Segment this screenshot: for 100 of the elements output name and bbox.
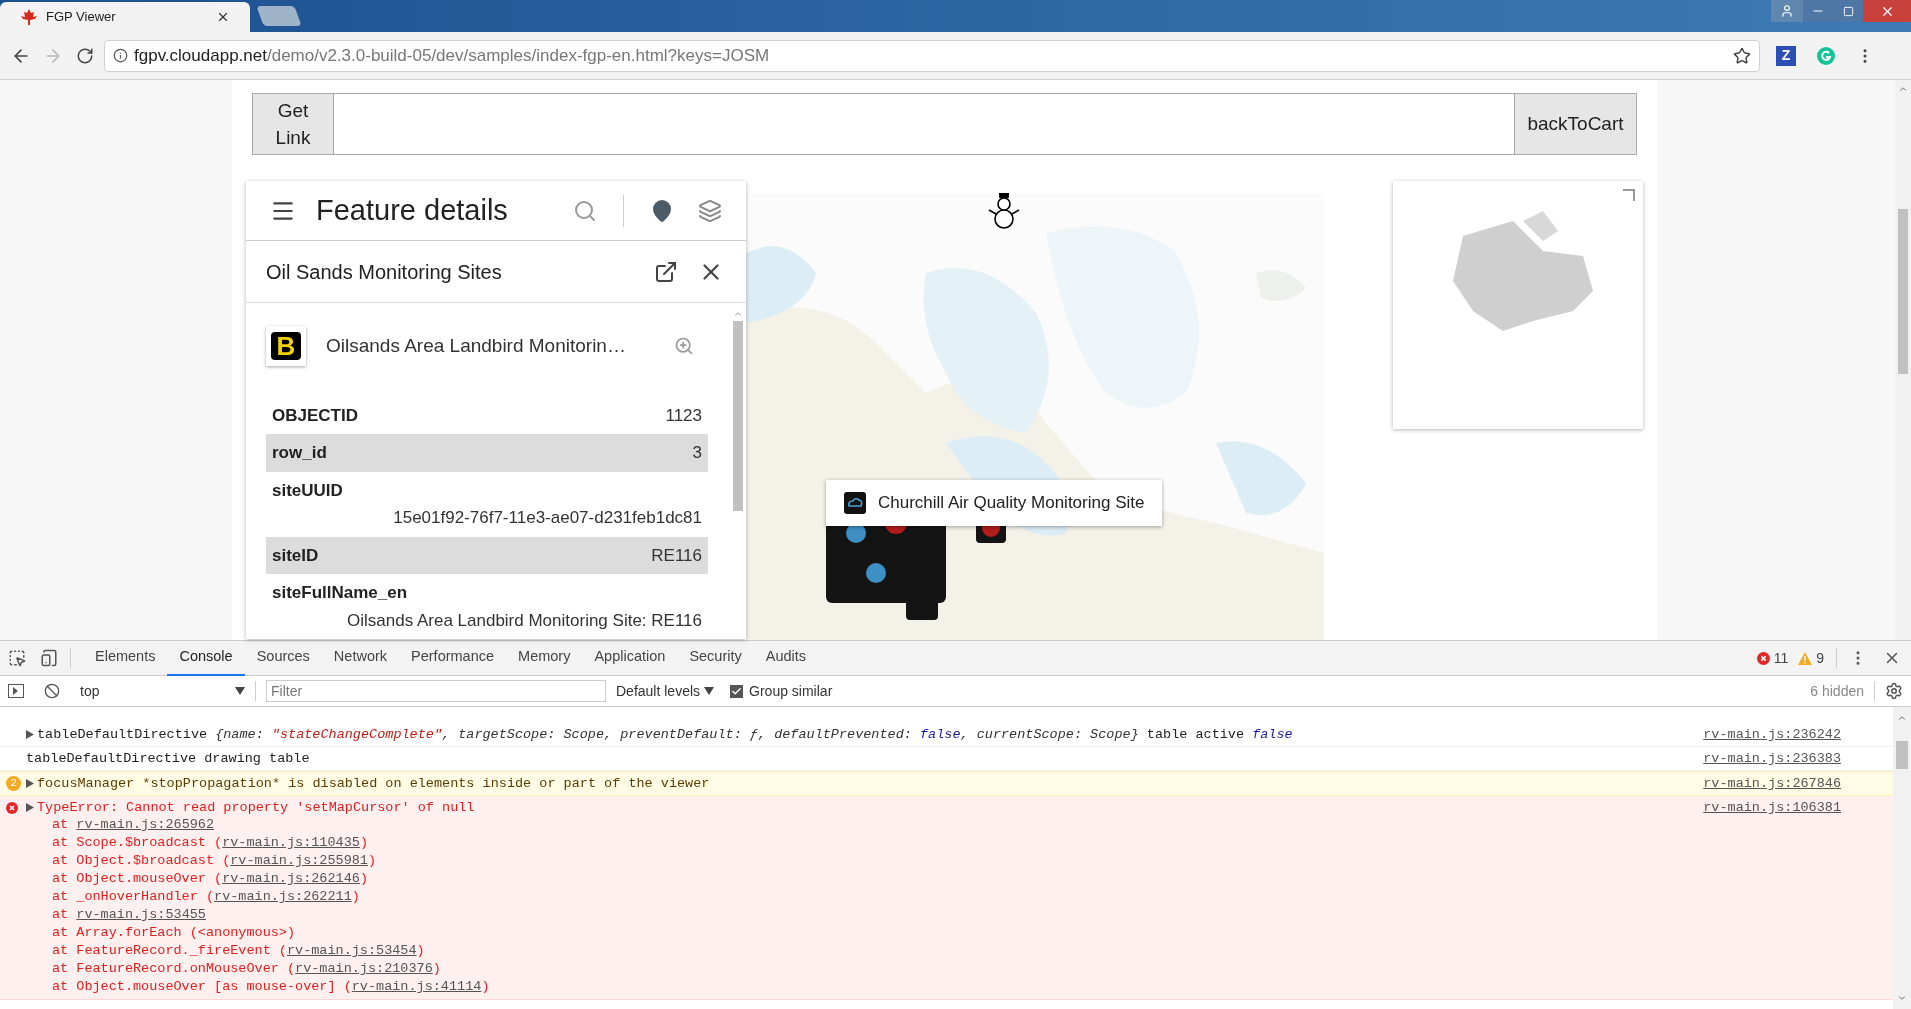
device-icon[interactable] xyxy=(40,649,58,667)
error-icon xyxy=(1756,651,1770,665)
maximize-icon xyxy=(1842,5,1854,17)
source-link[interactable]: rv-main.js:255981 xyxy=(230,853,368,868)
field-name: siteFullName_en xyxy=(272,582,409,604)
link-field[interactable] xyxy=(334,93,1514,155)
source-link[interactable]: rv-main.js:53454 xyxy=(286,943,417,958)
source-link[interactable]: rv-main.js:262211 xyxy=(214,889,352,904)
group-similar-checkbox[interactable] xyxy=(730,684,744,698)
devtools-tab[interactable]: Sources xyxy=(244,640,322,676)
field-name: siteUUID xyxy=(272,479,344,502)
layers-icon[interactable] xyxy=(698,198,722,223)
source-link[interactable]: rv-main.js:265962 xyxy=(76,817,215,832)
scrollbar-thumb[interactable] xyxy=(1896,741,1908,769)
devtools-tab[interactable]: Elements xyxy=(83,640,168,676)
get-link-button[interactable]: Get Link xyxy=(252,93,334,155)
field-value: 3 xyxy=(692,442,702,464)
levels-dropdown[interactable]: Default levels xyxy=(616,680,715,702)
field-value: 1123 xyxy=(665,404,702,427)
scrollbar-thumb[interactable] xyxy=(1898,209,1908,374)
source-link[interactable]: rv-main.js:53455 xyxy=(76,907,206,922)
devtools-tab[interactable]: Memory xyxy=(506,640,583,676)
expand-arrow-icon[interactable] xyxy=(26,803,34,812)
console-message: focusManager *stopPropagation* is disabled on elements inside or part of the viewer xyxy=(37,775,710,792)
person-icon xyxy=(1780,4,1794,18)
stack-frame: at FeatureRecord.onMouseOver (rv-main.js:210376) xyxy=(26,960,1688,978)
clear-console-icon[interactable] xyxy=(44,683,60,699)
sidebar-toggle-icon[interactable] xyxy=(8,684,24,698)
warning-count: 9 xyxy=(1816,648,1824,668)
feature-name[interactable]: Oilsands Area Landbird Monitorin… xyxy=(326,331,626,360)
devtools-tab[interactable]: Security xyxy=(677,640,754,676)
context-select[interactable]: top xyxy=(80,680,245,702)
cloud-icon xyxy=(844,492,866,514)
scroll-up-icon[interactable] xyxy=(1898,84,1908,94)
devtools-tab[interactable]: Network xyxy=(321,640,400,676)
open-external-icon[interactable] xyxy=(654,259,678,284)
devtools-tab[interactable]: Performance xyxy=(399,640,507,676)
inspect-icon[interactable] xyxy=(8,649,26,667)
stack-frame: at Object.mouseOver (rv-main.js:262146) xyxy=(26,870,1688,888)
source-link[interactable]: rv-main.js:267846 xyxy=(1703,775,1841,792)
dropdown-caret-icon xyxy=(704,687,715,695)
console-message: tableDefaultDirective xyxy=(37,726,208,743)
source-link[interactable]: rv-main.js:236242 xyxy=(1703,726,1841,743)
snowman-icon xyxy=(987,193,1021,230)
checkbox-label: Group similar xyxy=(749,681,833,701)
reload-icon[interactable] xyxy=(76,46,94,65)
maple-leaf-icon xyxy=(20,9,38,25)
browser-tab[interactable]: FGP Viewer xyxy=(0,2,250,32)
back-to-cart-button[interactable]: backToCart xyxy=(1514,93,1637,155)
field-name: row_id xyxy=(272,442,327,464)
expand-arrow-icon[interactable] xyxy=(26,730,34,739)
zoom-in-icon[interactable] xyxy=(674,335,694,356)
source-link[interactable]: rv-main.js:262146 xyxy=(222,871,360,886)
settings-icon[interactable] xyxy=(1885,682,1903,700)
source-link[interactable]: rv-main.js:106381 xyxy=(1703,799,1841,816)
tab-title: FGP Viewer xyxy=(46,8,117,27)
layer-symbol: B xyxy=(266,325,306,366)
stack-frame: at FeatureRecord._fireEvent (rv-main.js:53454) xyxy=(26,942,1688,960)
console-message: tableDefaultDirective drawing table xyxy=(26,750,310,767)
close-icon[interactable] xyxy=(216,10,230,24)
stack-frame: at rv-main.js:53455 xyxy=(26,906,1688,924)
stack-frame: at Object.mouseOver [as mouse-over] (rv-main.js:41114) xyxy=(26,978,1688,996)
hidden-count: 6 hidden xyxy=(1810,681,1864,701)
field-name: siteID xyxy=(272,544,319,567)
stack-frame: at Array.forEach (<anonymous>) xyxy=(26,924,1688,942)
bookmark-star-icon[interactable] xyxy=(1733,46,1751,65)
source-link[interactable]: rv-main.js:110435 xyxy=(222,835,360,850)
address-field[interactable]: fgpv.cloudapp.net/demo/v2.3.0-build-05/dev/samples/index-fgp-en.html?keys=JOSM xyxy=(104,39,1760,72)
field-value: Oilsands Area Landbird Monitoring Site: RE116 xyxy=(347,609,702,632)
extension-button[interactable]: Z xyxy=(1776,45,1796,66)
scroll-down-icon[interactable] xyxy=(1897,993,1907,1003)
expand-arrow-icon[interactable] xyxy=(26,779,34,788)
scrollbar-thumb[interactable] xyxy=(733,321,743,511)
console-message: TypeError: Cannot read property 'setMapCursor' of null xyxy=(37,799,475,816)
new-tab-button[interactable] xyxy=(256,6,302,26)
source-link[interactable]: rv-main.js:41114 xyxy=(351,979,482,994)
devtools-tab[interactable]: Audits xyxy=(753,640,819,676)
stack-frame: at Object.$broadcast (rv-main.js:255981) xyxy=(26,852,1688,870)
info-icon[interactable] xyxy=(113,48,128,63)
tooltip-text: Churchill Air Quality Monitoring Site xyxy=(878,492,1145,515)
repeat-count-badge: 2 xyxy=(6,776,21,791)
field-name: OBJECTID xyxy=(272,404,358,427)
search-icon[interactable] xyxy=(573,198,597,223)
object-preview[interactable]: {name: "stateChangeComplete", targetScope: Scope, preventDefault: ƒ, defaultPrevented: false, currentScope: Scope} table active false xyxy=(215,726,1293,743)
scroll-up-icon[interactable] xyxy=(1897,713,1907,723)
error-count: 11 xyxy=(1773,648,1789,668)
source-link[interactable]: rv-main.js:210376 xyxy=(295,961,433,976)
layer-title: Oil Sands Monitoring Sites xyxy=(266,259,502,285)
stack-frame: at Scope.$broadcast (rv-main.js:110435) xyxy=(26,834,1688,852)
maximize-button[interactable] xyxy=(1833,0,1863,22)
filter-field[interactable]: Filter xyxy=(266,680,606,702)
field-value: 15e01f92-76f7-11e3-ae07-d231feb1dc81 xyxy=(393,507,702,529)
profile-button[interactable] xyxy=(1771,0,1803,22)
field-value: RE116 xyxy=(651,544,702,567)
stack-frame: at _onHoverHandler (rv-main.js:262211) xyxy=(26,888,1688,906)
source-link[interactable]: rv-main.js:236383 xyxy=(1703,750,1841,767)
map-pin-icon[interactable] xyxy=(650,198,674,223)
warning-icon xyxy=(1798,651,1813,665)
dropdown-caret-icon xyxy=(235,687,245,695)
devtools-tab[interactable]: Application xyxy=(582,640,678,676)
